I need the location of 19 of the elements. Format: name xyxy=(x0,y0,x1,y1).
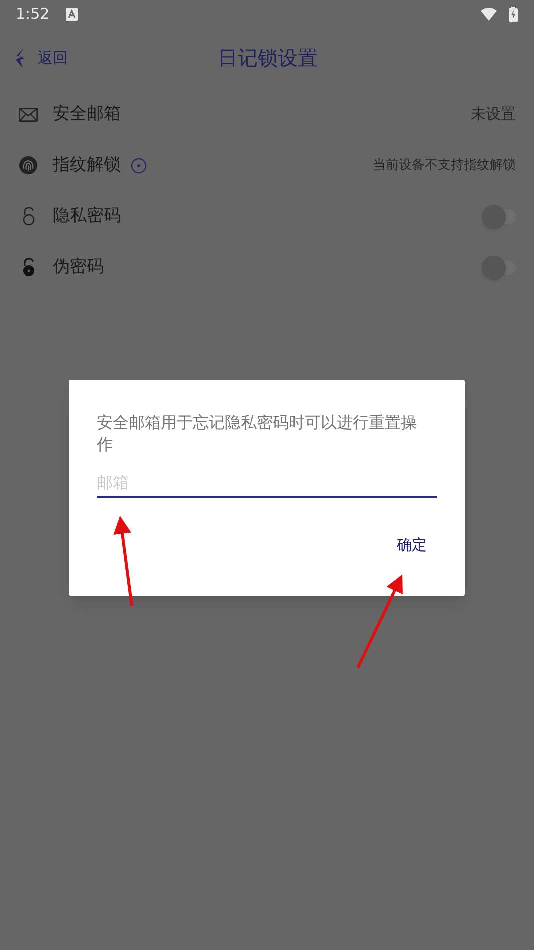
setting-label: 安全邮箱 xyxy=(53,102,121,126)
unlocked-padlock-icon xyxy=(22,207,34,226)
back-arrow-icon xyxy=(14,47,26,69)
keyboard-notification-icon xyxy=(66,8,78,20)
setting-label: 伪密码 xyxy=(53,256,104,279)
page-title: 日记锁设置 xyxy=(218,45,318,72)
info-icon[interactable] xyxy=(131,158,147,174)
setting-label: 隐私密码 xyxy=(53,204,121,228)
unlocked-padlock-icon xyxy=(22,258,34,277)
battery-charging-icon xyxy=(509,6,518,22)
fingerprint-icon xyxy=(19,156,38,175)
setting-value: 当前设备不支持指纹解锁 xyxy=(373,156,516,175)
wifi-icon xyxy=(481,8,497,20)
status-time: 1:52 xyxy=(16,4,50,25)
setting-label: 指纹解锁 xyxy=(53,154,121,177)
confirm-button[interactable]: 确定 xyxy=(397,534,427,556)
setting-value: 未设置 xyxy=(471,104,516,126)
dialog-message: 安全邮箱用于忘记隐私密码时可以进行重置操作 xyxy=(97,412,418,456)
envelope-icon xyxy=(19,108,38,122)
